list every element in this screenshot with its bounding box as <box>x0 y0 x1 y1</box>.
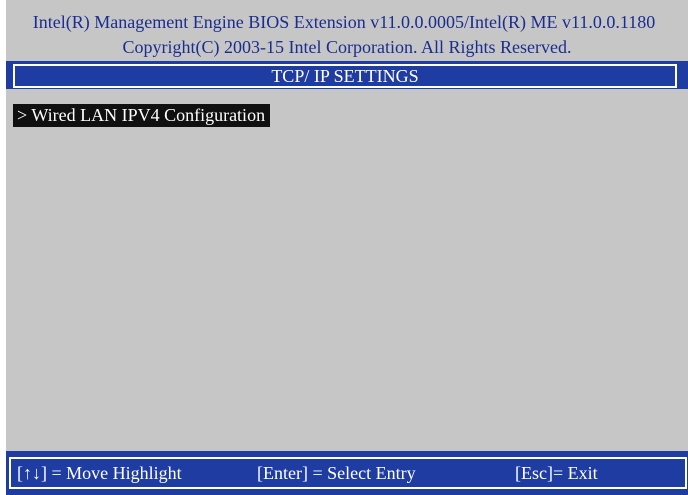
bios-screen: Intel(R) Management Engine BIOS Extensio… <box>6 0 688 495</box>
menu-item-wired-lan-ipv4-configuration[interactable]: > Wired LAN IPV4 Configuration <box>13 104 271 127</box>
copyright-text: Copyright(C) 2003-15 Intel Corporation. … <box>122 37 572 57</box>
select-entry-hint: [Enter] = Select Entry <box>257 463 416 483</box>
move-highlight-hint: [↑↓] = Move Highlight <box>17 463 182 483</box>
firmware-version-text: Intel(R) Management Engine BIOS Extensio… <box>32 12 656 32</box>
key-hint-box: [↑↓] = Move Highlight [Enter] = Select E… <box>9 457 687 489</box>
title-bar: TCP/ IP SETTINGS <box>6 61 688 89</box>
exit-hint: [Esc]= Exit <box>515 463 598 483</box>
page-title: TCP/ IP SETTINGS <box>13 64 677 88</box>
key-hint-bar: [↑↓] = Move Highlight [Enter] = Select E… <box>6 451 688 495</box>
